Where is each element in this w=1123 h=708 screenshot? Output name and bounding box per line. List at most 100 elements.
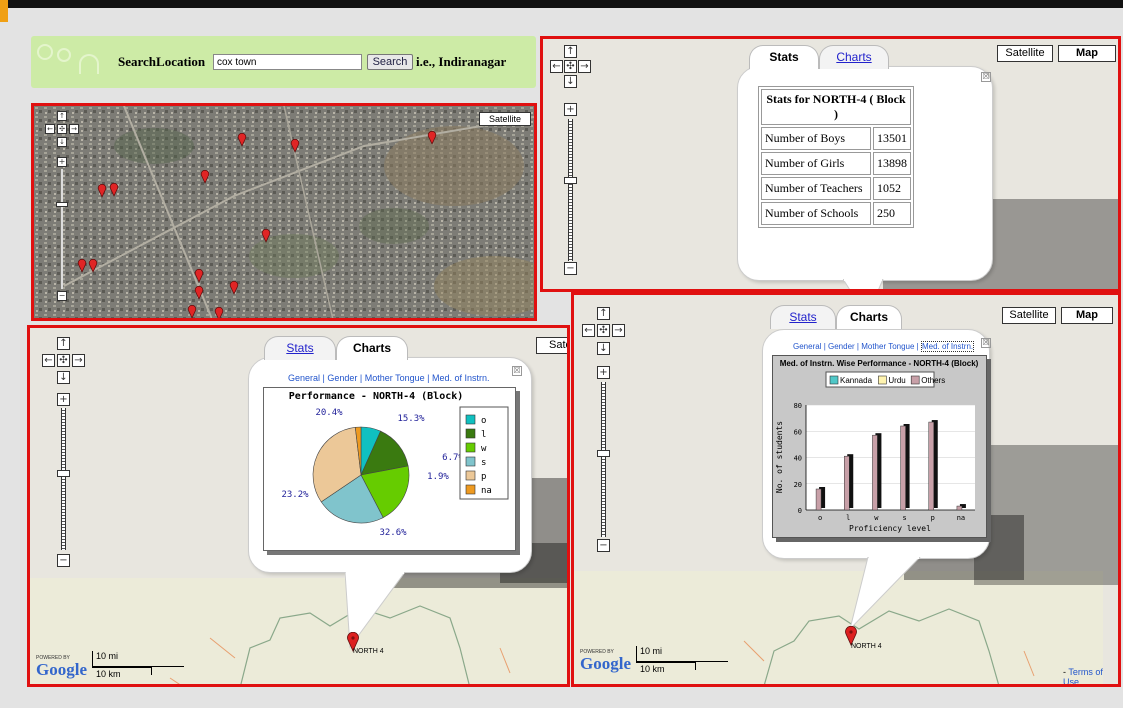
link-mother-tongue[interactable]: Mother Tongue xyxy=(365,373,425,383)
pan-down-button[interactable]: ↓ xyxy=(57,137,67,147)
close-icon[interactable]: ☒ xyxy=(981,338,991,348)
pan-center-button[interactable]: ✣ xyxy=(57,354,70,367)
tab-stats[interactable]: Stats xyxy=(264,336,336,360)
pan-up-button[interactable]: ↑ xyxy=(57,337,70,350)
tab-charts[interactable]: Charts xyxy=(336,336,408,360)
map-pin-icon[interactable] xyxy=(77,259,87,273)
close-icon[interactable]: ☒ xyxy=(981,72,991,82)
close-icon[interactable]: ☒ xyxy=(512,366,522,376)
pie-chart: Performance - NORTH-4 (Block)6.7%15.3%20… xyxy=(281,391,509,538)
link-medium-of-instruction[interactable]: Med. of Instrn. xyxy=(920,341,975,352)
bar-na xyxy=(956,505,963,511)
pan-center-button[interactable]: ✣ xyxy=(597,324,610,337)
map-pin-icon[interactable] xyxy=(427,131,437,145)
pan-right-button[interactable]: → xyxy=(69,124,79,134)
satellite-button[interactable]: Satellite xyxy=(1002,307,1056,324)
bar-s xyxy=(900,425,906,511)
map-pin-icon[interactable] xyxy=(97,184,107,198)
terms-link[interactable]: - Terms of Use xyxy=(1063,667,1118,684)
link-gender[interactable]: Gender xyxy=(828,342,855,351)
link-mother-tongue[interactable]: Mother Tongue xyxy=(861,342,914,351)
satellite-button[interactable]: Satellite xyxy=(997,45,1053,62)
pan-down-button[interactable]: ↓ xyxy=(597,342,610,355)
pie-map-panel[interactable]: ↑ ← ✣ → ↓ + − Sate Stats Charts ☒ Genera… xyxy=(27,325,570,687)
link-general[interactable]: General xyxy=(288,373,320,383)
satellite-map-panel[interactable]: Satellite ↑ ← ✣ → ↓ + − xyxy=(31,103,537,321)
map-pin-icon[interactable] xyxy=(109,183,119,197)
map-button[interactable]: Map xyxy=(1058,45,1116,62)
pan-right-button[interactable]: → xyxy=(72,354,85,367)
pan-center-button[interactable]: ✣ xyxy=(564,60,577,73)
pan-right-button[interactable]: → xyxy=(612,324,625,337)
map-pin-icon[interactable] xyxy=(194,286,204,300)
bar-map-panel[interactable]: ↑ ← ✣ → ↓ + − Satellite Map Stats Charts… xyxy=(571,292,1121,687)
pan-up-button[interactable]: ↑ xyxy=(564,45,577,58)
link-general[interactable]: General xyxy=(793,342,821,351)
map-pin-icon[interactable] xyxy=(214,307,224,321)
bar-o xyxy=(815,488,822,511)
scale-mi: 10 mi xyxy=(640,646,663,656)
y-axis-label: No. of students xyxy=(775,421,784,493)
search-button[interactable]: Search xyxy=(367,54,413,70)
pie-label-w: 20.4% xyxy=(315,408,343,418)
tab-stats[interactable]: Stats xyxy=(770,305,836,329)
legend-label-p: p xyxy=(481,472,486,482)
zoom-slider-thumb[interactable] xyxy=(564,177,577,184)
link-medium-of-instruction[interactable]: Med. of Instrn. xyxy=(432,373,490,383)
zoom-slider[interactable] xyxy=(568,119,573,261)
y-tick-label: 20 xyxy=(794,481,802,489)
pan-center-button[interactable]: ✣ xyxy=(57,124,67,134)
pan-left-button[interactable]: ← xyxy=(42,354,55,367)
pan-right-button[interactable]: → xyxy=(578,60,591,73)
map-button[interactable]: Map xyxy=(1061,307,1113,324)
satellite-button[interactable]: Sate xyxy=(536,337,567,354)
table-row: Number of Girls 13898 xyxy=(761,152,911,175)
legend-label-s: s xyxy=(481,458,486,468)
zoom-slider-thumb[interactable] xyxy=(56,202,68,207)
zoom-slider[interactable] xyxy=(61,408,66,550)
zoom-in-button[interactable]: + xyxy=(57,157,67,167)
search-label: SearchLocation xyxy=(118,54,206,69)
zoom-out-button[interactable]: − xyxy=(597,539,610,552)
tab-charts[interactable]: Charts xyxy=(819,45,889,69)
stats-map-panel[interactable]: ↑ ← ✣ → ↓ + − Satellite Map Stats Charts… xyxy=(540,36,1121,292)
map-pin-icon[interactable] xyxy=(194,269,204,283)
zoom-slider-thumb[interactable] xyxy=(57,470,70,477)
marker-label: NORTH 4 xyxy=(353,648,384,655)
y-tick-label: 80 xyxy=(794,402,802,410)
map-pin-icon[interactable] xyxy=(200,170,210,184)
map-pin-icon[interactable] xyxy=(88,259,98,273)
legend-label-urdu: Urdu xyxy=(888,376,905,385)
map-pin-icon[interactable] xyxy=(290,139,300,153)
zoom-out-button[interactable]: − xyxy=(57,291,67,301)
map-pin-icon[interactable] xyxy=(229,281,239,295)
x-tick-label: s xyxy=(902,514,906,522)
pan-down-button[interactable]: ↓ xyxy=(564,75,577,88)
zoom-in-button[interactable]: + xyxy=(597,366,610,379)
zoom-out-button[interactable]: − xyxy=(564,262,577,275)
map-pin-icon[interactable] xyxy=(187,305,197,319)
pan-up-button[interactable]: ↑ xyxy=(57,111,67,121)
zoom-in-button[interactable]: + xyxy=(57,393,70,406)
pan-up-button[interactable]: ↑ xyxy=(597,307,610,320)
pan-down-button[interactable]: ↓ xyxy=(57,371,70,384)
search-input[interactable] xyxy=(213,54,362,70)
zoom-slider-thumb[interactable] xyxy=(597,450,610,457)
pan-left-button[interactable]: ← xyxy=(582,324,595,337)
legend-swatch-kannada xyxy=(829,375,839,385)
zoom-in-button[interactable]: + xyxy=(564,103,577,116)
map-pin-icon[interactable] xyxy=(237,133,247,147)
zoom-slider[interactable] xyxy=(61,169,63,289)
table-row: Number of Schools 250 xyxy=(761,202,911,225)
legend-swatch-o xyxy=(465,414,476,425)
pan-left-button[interactable]: ← xyxy=(550,60,563,73)
zoom-out-button[interactable]: − xyxy=(57,554,70,567)
zoom-slider[interactable] xyxy=(601,382,606,537)
tab-stats[interactable]: Stats xyxy=(749,45,819,69)
map-pin-icon[interactable] xyxy=(261,229,271,243)
satellite-button[interactable]: Satellite xyxy=(479,112,531,126)
pan-left-button[interactable]: ← xyxy=(45,124,55,134)
chart-legend: olwsp na xyxy=(459,406,509,500)
tab-charts[interactable]: Charts xyxy=(836,305,902,329)
link-gender[interactable]: Gender xyxy=(327,373,357,383)
